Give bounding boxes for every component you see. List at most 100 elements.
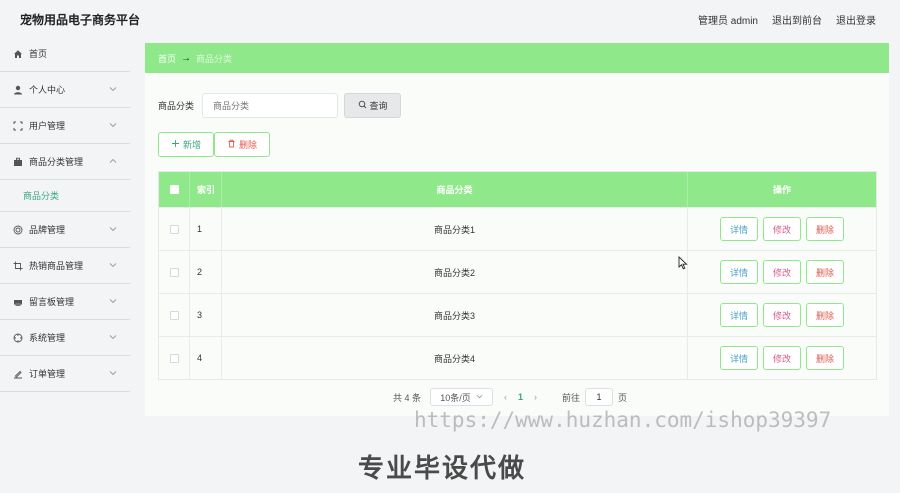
detail-button[interactable]: 详情 [720,303,758,327]
current-page[interactable]: 1 [518,392,523,402]
chevron-down-icon [109,297,117,305]
detail-button[interactable]: 详情 [720,260,758,284]
detail-button[interactable]: 详情 [720,346,758,370]
row-index: 3 [190,294,222,336]
search-label: 商品分类 [158,101,195,111]
row-ops: 详情 修改 删除 [688,208,876,250]
watermark-text: 专业毕设代做 [358,453,527,483]
batch-delete-button[interactable]: 删除 [214,132,270,157]
row-ops: 详情 修改 删除 [688,337,876,379]
sidebar: 首页 个人中心 用户管理 商品分类管理 商品分类 品牌管理 热销商品管理 留言板… [0,36,130,493]
header-index: 索引 [190,172,222,207]
frame-icon [13,121,23,131]
sidebar-item-users[interactable]: 用户管理 [0,108,130,144]
delete-button[interactable]: 删除 [806,346,844,370]
search-input[interactable] [202,93,339,118]
row-checkbox[interactable] [169,310,179,320]
sidebar-item-orders[interactable]: 订单管理 [0,356,130,392]
search-icon [358,100,367,111]
sidebar-item-home[interactable]: 首页 [0,36,130,72]
sidebar-item-label: 系统管理 [29,333,66,343]
compass-icon [13,333,23,343]
edit-button[interactable]: 修改 [763,303,801,327]
search-button[interactable]: 查询 [344,93,402,118]
chevron-down-icon [109,333,117,341]
prev-page-icon[interactable]: ‹ [504,392,507,402]
top-bar: 宠物用品电子商务平台 管理员 admin 退出到前台 退出登录 [0,0,900,36]
row-index: 1 [190,208,222,250]
page-size-value: 10条/页 [440,392,471,403]
delete-button[interactable]: 删除 [806,260,844,284]
select-all-checkbox[interactable] [169,185,179,194]
sidebar-item-label: 首页 [29,49,48,59]
row-checkbox[interactable] [169,267,179,277]
row-checkbox[interactable] [169,353,179,363]
current-user[interactable]: 管理员 admin [698,12,758,27]
sidebar-item-messages[interactable]: 留言板管理 [0,284,130,320]
row-category: 商品分类3 [222,294,688,336]
delete-button-label: 删除 [238,140,257,150]
sidebar-item-label: 用户管理 [29,121,66,131]
edit-icon [13,369,23,379]
category-table: 索引 商品分类 操作 1 商品分类1 详情 修改 删除 2 商品分类2 详情 修… [158,171,877,380]
row-ops: 详情 修改 删除 [688,294,876,336]
row-category: 商品分类4 [222,337,688,379]
row-checkbox-cell [159,294,190,336]
goto-page-input[interactable]: 1 [585,388,614,406]
delete-button[interactable]: 删除 [806,217,844,241]
row-checkbox-cell [159,251,190,293]
breadcrumb: 首页 → 商品分类 [145,43,889,73]
chevron-down-icon [109,261,117,269]
sidebar-subitem-category[interactable]: 商品分类 [0,180,130,212]
next-page-icon[interactable]: › [534,392,537,402]
chevron-up-icon [109,157,117,165]
briefcase-icon [13,157,23,167]
crop-icon [13,261,23,271]
logout-link[interactable]: 退出登录 [836,12,876,27]
row-checkbox-cell [159,337,190,379]
target-icon [13,225,23,235]
add-button-label: 新增 [182,140,201,150]
chevron-down-icon [109,225,117,233]
breadcrumb-arrow-icon: → [181,52,192,64]
printer-icon [13,297,23,307]
row-ops: 详情 修改 删除 [688,251,876,293]
chevron-down-icon [109,369,117,377]
edit-button[interactable]: 修改 [763,260,801,284]
sidebar-item-label: 品牌管理 [29,225,66,235]
breadcrumb-home[interactable]: 首页 [158,52,176,65]
header-ops: 操作 [772,185,791,195]
add-button[interactable]: 新增 [158,132,214,157]
pagination: 共 4 条 10条/页 ‹ 1 › 前往 1 页 [393,388,627,406]
chevron-down-icon [109,121,117,129]
sidebar-item-brand[interactable]: 品牌管理 [0,212,130,248]
header-checkbox-cell [159,172,190,207]
sidebar-item-category-mgmt[interactable]: 商品分类管理 [0,144,130,180]
edit-button[interactable]: 修改 [763,217,801,241]
main-panel: 首页 → 商品分类 商品分类 查询 新增 删除 索引 商品分类 操作 1 [145,43,889,416]
row-checkbox-cell [159,208,190,250]
home-icon [13,49,23,59]
sidebar-item-label: 留言板管理 [29,297,75,307]
sidebar-item-hot-products[interactable]: 热销商品管理 [0,248,130,284]
pagination-total: 共 4 条 [393,392,422,403]
row-index: 4 [190,337,222,379]
sidebar-item-label: 商品分类管理 [29,157,84,167]
sidebar-item-profile[interactable]: 个人中心 [0,72,130,108]
top-right-links: 管理员 admin 退出到前台 退出登录 [698,12,876,27]
edit-button[interactable]: 修改 [763,346,801,370]
watermark-url: https://www.huzhan.com/ishop39397 [414,408,832,432]
front-link[interactable]: 退出到前台 [772,12,822,27]
page-size-select[interactable]: 10条/页 [430,388,494,406]
table-row: 1 商品分类1 详情 修改 删除 [159,207,876,250]
action-row: 新增 删除 [158,132,270,157]
detail-button[interactable]: 详情 [720,217,758,241]
chevron-down-icon [109,85,117,93]
goto-label: 前往 [562,392,581,403]
sidebar-item-label: 个人中心 [29,85,66,95]
sidebar-item-system[interactable]: 系统管理 [0,320,130,356]
search-row: 商品分类 查询 [158,93,402,118]
row-checkbox[interactable] [169,224,179,234]
delete-button[interactable]: 删除 [806,303,844,327]
row-category: 商品分类2 [222,251,688,293]
